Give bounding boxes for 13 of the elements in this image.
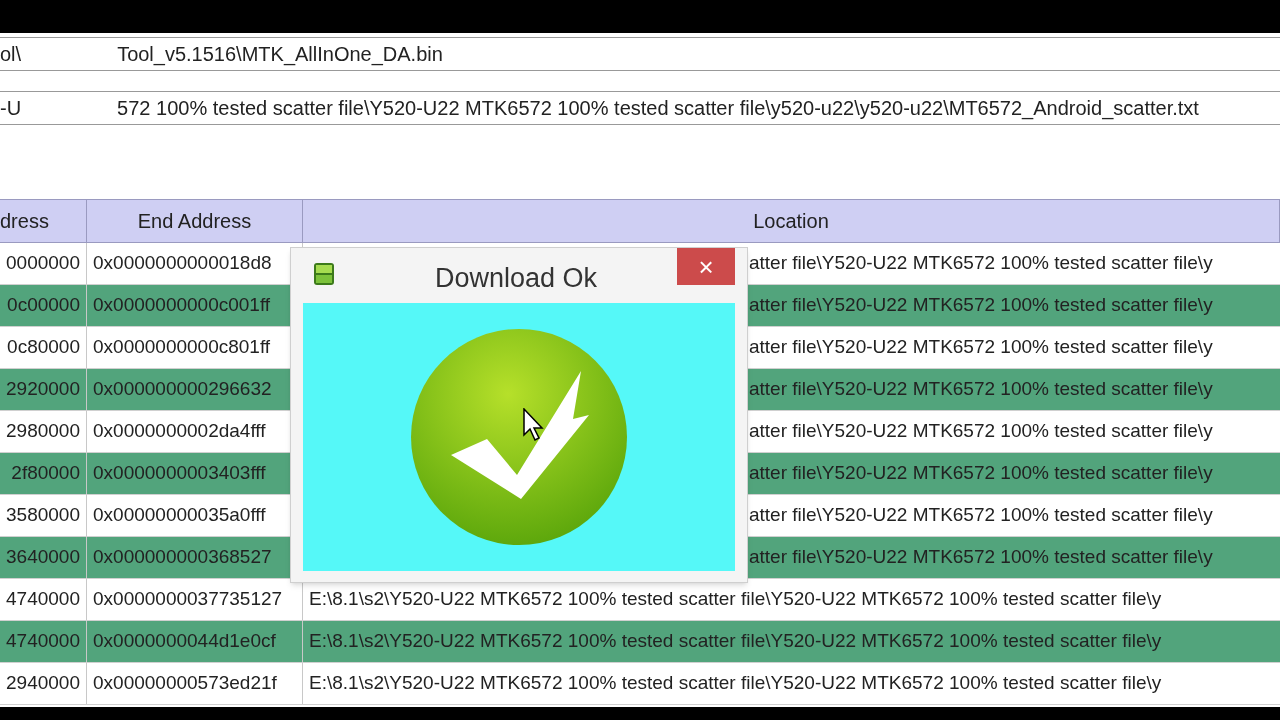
checkmark-icon (409, 327, 629, 547)
path-text: -U (0, 96, 22, 121)
column-header[interactable]: Location (303, 200, 1280, 242)
column-header[interactable]: dress (0, 200, 87, 242)
path-field[interactable]: ol\ Tool_v5.1516\MTK_AllInOne_DA.bin (0, 37, 1280, 71)
close-button[interactable]: × (677, 248, 735, 285)
path-text: Tool_v5.1516\MTK_AllInOne_DA.bin (117, 42, 443, 68)
app-icon (313, 262, 335, 286)
column-header[interactable]: End Address (87, 200, 303, 242)
path-field[interactable]: -U 572 100% tested scatter file\Y520-U22 MTK6572 100% tested scatter file\y520-u22\y520-u22\MT6572_Android_scatter.txt (0, 91, 1280, 125)
path-text: 572 100% tested scatter file\Y520-U22 MTK6572 100% tested scatter file\y520-u22\y520-u22\MT6572_Android_scatter.txt (117, 96, 1199, 122)
path-text: ol\ (0, 42, 22, 67)
cursor-icon (523, 408, 545, 442)
